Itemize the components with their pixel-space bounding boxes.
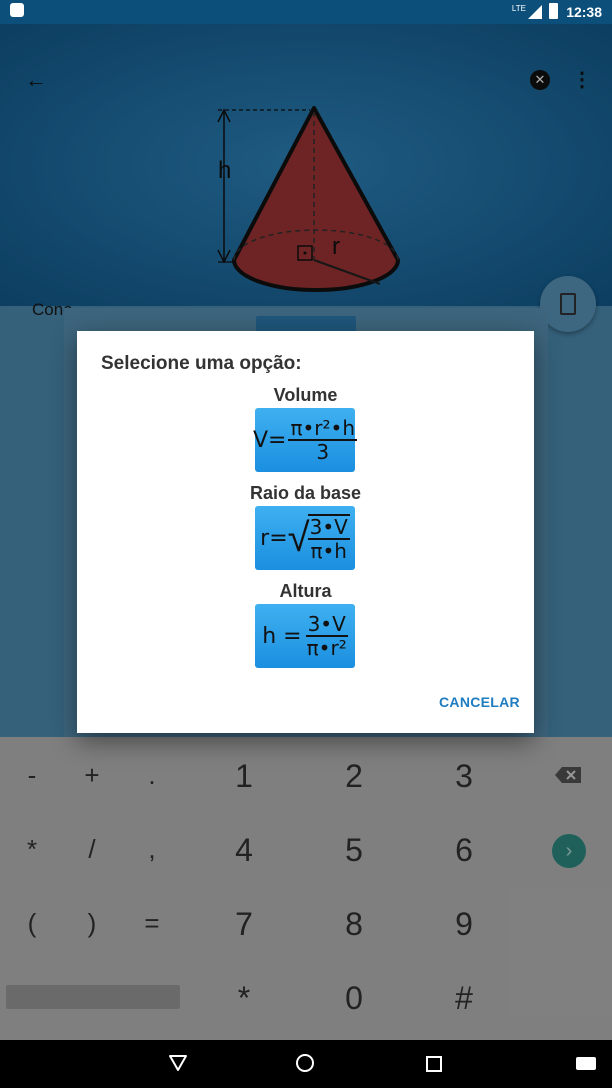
formula-numerator: 3•V	[307, 515, 350, 540]
signal-icon	[528, 5, 542, 19]
option-dialog: Selecione uma opção: Volume V= π•r²•h 3 …	[77, 331, 534, 733]
cancel-button[interactable]: CANCELAR	[439, 694, 520, 710]
nav-back-icon[interactable]	[168, 1054, 188, 1072]
height-formula-button[interactable]: h = 3•V π•r²	[255, 604, 355, 668]
nav-home-icon[interactable]	[296, 1054, 314, 1072]
sqrt-icon: √	[287, 515, 310, 561]
nav-recents-icon[interactable]	[426, 1056, 442, 1072]
formula-numerator: 3•V	[305, 612, 348, 637]
formula-lhs: V=	[252, 427, 287, 453]
status-bar: LTE 12:38	[0, 0, 612, 24]
radius-formula-button[interactable]: r= √ 3•V π•h	[255, 506, 355, 570]
formula-denominator: 3	[316, 440, 330, 464]
network-type: LTE	[511, 4, 526, 13]
formula-denominator: π•r²	[306, 636, 347, 660]
formula-numerator: π•r²•h	[288, 416, 358, 441]
option-label-volume: Volume	[273, 385, 338, 405]
android-icon	[10, 3, 24, 17]
option-label-radius: Raio da base	[249, 483, 362, 503]
volume-formula-button[interactable]: V= π•r²•h 3	[252, 408, 358, 472]
status-time: 12:38	[566, 4, 602, 20]
battery-icon	[549, 3, 558, 19]
option-label-height: Altura	[279, 581, 332, 601]
formula-lhs: h =	[262, 623, 302, 649]
formula-lhs: r=	[260, 525, 288, 551]
formula-denominator: π•h	[310, 539, 347, 563]
dialog-title: Selecione uma opção:	[101, 353, 302, 374]
keyboard-switch-icon[interactable]	[576, 1057, 596, 1070]
